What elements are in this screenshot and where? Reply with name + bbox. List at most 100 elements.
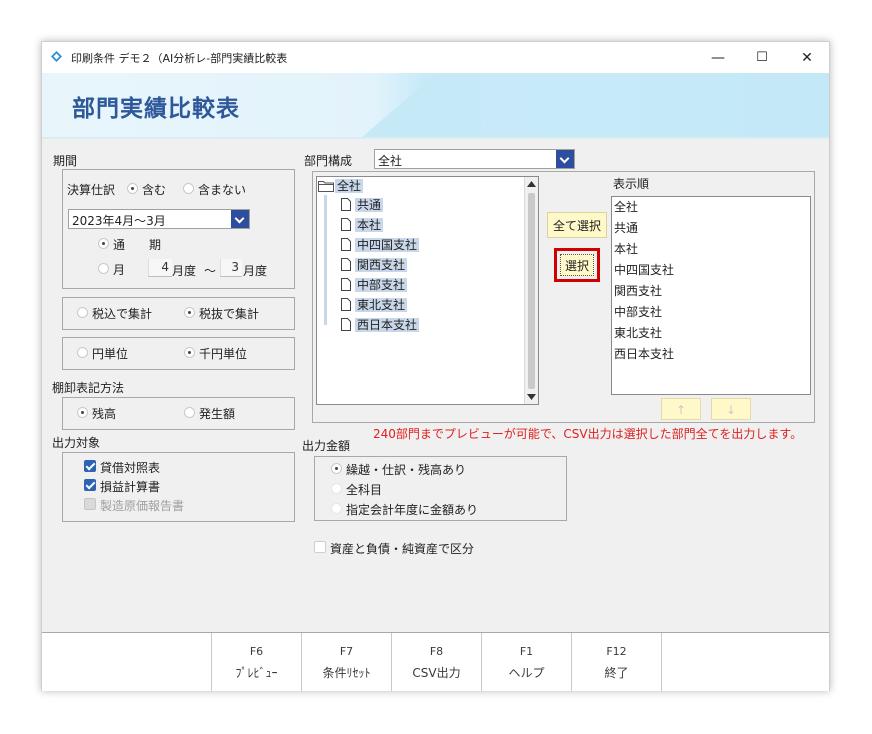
- amount-option-3: 指定会計年度に金額あり: [346, 503, 479, 517]
- tree-scrollbar[interactable]: [524, 177, 538, 404]
- amount-option-radio-1[interactable]: [331, 463, 342, 474]
- period-select[interactable]: 2023年4月～3月: [68, 209, 250, 229]
- amount-option-radio-2[interactable]: [331, 483, 342, 494]
- banner-divider: [42, 137, 829, 139]
- tax-excluded-radio[interactable]: [184, 307, 195, 318]
- document-icon: [341, 278, 351, 291]
- tax-included-label: 税込で集計: [92, 307, 153, 321]
- list-item[interactable]: 共通: [614, 218, 638, 239]
- f1-help-button[interactable]: F1 ヘルプ: [482, 633, 572, 691]
- range-tilde: ～: [204, 264, 217, 278]
- f12-exit-button[interactable]: F12 終了: [572, 633, 662, 691]
- list-item[interactable]: 関西支社: [614, 281, 662, 302]
- exclude-radio[interactable]: [183, 183, 194, 194]
- month-radio[interactable]: [98, 263, 109, 274]
- chevron-down-icon[interactable]: [231, 210, 249, 228]
- dept-tree[interactable]: 全社 共通 本社 中四国支社 関西支社 中部支社 東北支社 西日本支社: [316, 176, 539, 405]
- close-button[interactable]: ✕: [787, 46, 827, 70]
- minimize-button[interactable]: —: [698, 46, 738, 70]
- dept-structure-select[interactable]: 全社: [374, 149, 575, 169]
- list-item[interactable]: 中部支社: [614, 302, 662, 323]
- balance-radio[interactable]: [77, 407, 88, 418]
- list-item[interactable]: 中四国支社: [614, 260, 674, 281]
- tree-item[interactable]: 中四国支社: [341, 236, 420, 254]
- banner-decoration: [362, 73, 482, 137]
- settlement-label: 決算仕訳: [67, 183, 116, 197]
- asset-split-label: 資産と負債・純資産で区分: [330, 542, 475, 556]
- list-item[interactable]: 西日本支社: [614, 344, 674, 365]
- thousand-unit-radio[interactable]: [184, 347, 195, 358]
- tree-item[interactable]: 西日本支社: [341, 316, 420, 334]
- f8-csv-button[interactable]: F8 CSV出力: [392, 633, 482, 691]
- period-select-value: 2023年4月～3月: [72, 214, 166, 228]
- document-icon: [341, 258, 351, 271]
- amount-option-2: 全科目: [346, 483, 383, 497]
- month-label: 月: [113, 263, 126, 277]
- tree-root[interactable]: 全社: [335, 177, 364, 195]
- tree-item[interactable]: 中部支社: [341, 276, 408, 294]
- scroll-down-arrow-icon[interactable]: [527, 394, 536, 400]
- yen-unit-radio[interactable]: [77, 347, 88, 358]
- list-item[interactable]: 東北支社: [614, 323, 662, 344]
- scroll-thumb[interactable]: [528, 193, 535, 389]
- select-all-button[interactable]: 全て選択: [547, 212, 607, 238]
- fkey-blank-left: [42, 633, 212, 691]
- list-item[interactable]: 本社: [614, 239, 638, 260]
- page-title: 部門実績比較表: [72, 96, 240, 122]
- exclude-label: 含まない: [198, 183, 247, 197]
- amount-option-radio-3[interactable]: [331, 503, 342, 514]
- tree-item[interactable]: 関西支社: [341, 256, 408, 274]
- tree-item[interactable]: 共通: [341, 196, 384, 214]
- manufacturing-cost-checkbox[interactable]: [84, 498, 96, 510]
- document-icon: [341, 238, 351, 251]
- app-diamond-icon: [51, 51, 62, 62]
- dept-structure-value: 全社: [378, 154, 403, 168]
- document-icon: [341, 198, 351, 211]
- document-icon: [341, 218, 351, 231]
- from-unit-label: 月度: [172, 264, 197, 278]
- income-statement-label: 損益計算書: [100, 480, 161, 494]
- tree-item[interactable]: 東北支社: [341, 296, 408, 314]
- amount-heading: 出力金額: [302, 439, 351, 453]
- f7-reset-button[interactable]: F7 条件ﾘｾｯﾄ: [302, 633, 392, 691]
- occurrence-radio[interactable]: [184, 407, 195, 418]
- move-down-button[interactable]: ↓: [711, 398, 751, 420]
- select-button[interactable]: 選択: [560, 254, 594, 276]
- to-unit-label: 月度: [243, 264, 268, 278]
- asset-split-checkbox[interactable]: [314, 541, 326, 553]
- from-month-input[interactable]: 4: [148, 259, 172, 277]
- period-heading: 期間: [53, 154, 78, 168]
- thousand-unit-label: 千円単位: [199, 347, 248, 361]
- document-icon: [341, 318, 351, 331]
- manufacturing-cost-label: 製造原価報告書: [100, 499, 185, 513]
- f6-preview-button[interactable]: F6 ﾌﾟﾚﾋﾞｭｰ: [212, 633, 302, 691]
- include-radio[interactable]: [127, 183, 138, 194]
- tree-root-label: 全社: [335, 179, 364, 193]
- tree-item[interactable]: 本社: [341, 216, 384, 234]
- include-label: 含む: [142, 183, 167, 197]
- window-title: 印刷条件 デモ２（AI分析レ-部門実績比較表: [71, 52, 288, 65]
- full-year-label: 通 期: [113, 238, 162, 252]
- dept-structure-label: 部門構成: [304, 154, 353, 168]
- amount-option-1: 繰越・仕訳・残高あり: [346, 463, 467, 477]
- tax-included-radio[interactable]: [77, 307, 88, 318]
- inventory-heading: 棚卸表記方法: [52, 381, 125, 395]
- balance-sheet-label: 貸借対照表: [100, 461, 161, 475]
- balance-sheet-checkbox[interactable]: [84, 460, 96, 472]
- full-year-radio[interactable]: [98, 238, 109, 249]
- income-statement-checkbox[interactable]: [84, 479, 96, 491]
- to-month-input[interactable]: 3: [220, 259, 242, 277]
- balance-label: 残高: [92, 407, 117, 421]
- scroll-up-arrow-icon[interactable]: [527, 181, 536, 187]
- header-banner: 部門実績比較表: [42, 73, 829, 137]
- title-bar: 印刷条件 デモ２（AI分析レ-部門実績比較表 — ☐ ✕: [42, 42, 829, 73]
- move-up-button[interactable]: ↑: [661, 398, 701, 420]
- display-order-list[interactable]: 全社 共通 本社 中四国支社 関西支社 中部支社 東北支社 西日本支社: [611, 196, 811, 395]
- tax-excluded-label: 税抜で集計: [199, 307, 260, 321]
- maximize-button[interactable]: ☐: [742, 46, 782, 70]
- chevron-down-icon[interactable]: [556, 150, 574, 168]
- document-icon: [341, 298, 351, 311]
- output-target-heading: 出力対象: [52, 436, 101, 450]
- list-item[interactable]: 全社: [614, 197, 638, 218]
- yen-unit-label: 円単位: [92, 347, 129, 361]
